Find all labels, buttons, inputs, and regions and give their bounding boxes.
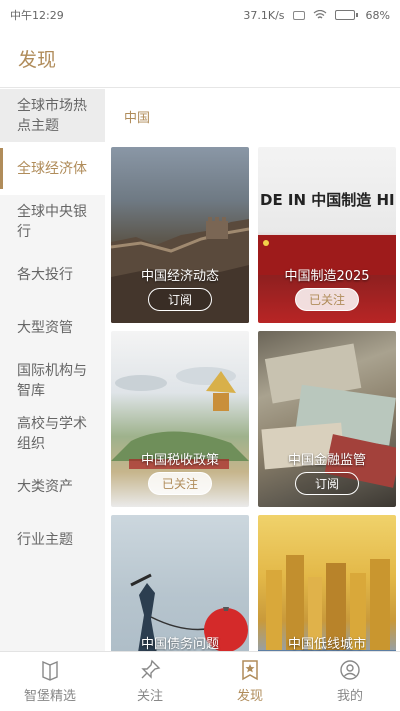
book-icon bbox=[42, 660, 58, 681]
wifi-icon bbox=[313, 10, 327, 20]
sidebar-item-investment-banks[interactable]: 各大投行 bbox=[0, 248, 105, 301]
sidebar-item-label: 全球经济体 bbox=[17, 160, 87, 177]
sidebar-item-asset-managers[interactable]: 大型资管 bbox=[0, 301, 105, 354]
topic-grid: 中国经济动态 订阅 DE IN 中国制造 HINA 2025 中国制造2025 … bbox=[111, 147, 397, 651]
nav-item-profile[interactable]: 我的 bbox=[300, 652, 400, 711]
topic-card[interactable]: 中国低线城市 bbox=[258, 515, 396, 651]
bottom-nav: 智堡精选 关注 发现 我的 bbox=[0, 651, 400, 711]
followed-button[interactable]: 已关注 bbox=[295, 288, 359, 311]
subscribe-button[interactable]: 订阅 bbox=[295, 472, 359, 495]
sim-icon bbox=[292, 10, 305, 20]
sidebar-item-central-banks[interactable]: 全球中央银行 bbox=[0, 195, 105, 248]
sidebar-item-economies[interactable]: 全球经济体 bbox=[0, 142, 105, 195]
status-icons: 37.1K/s 68% bbox=[243, 9, 390, 22]
battery-percent: 68% bbox=[365, 8, 390, 22]
sidebar-item-label: 行业主题 bbox=[17, 531, 73, 548]
card-title: 中国金融监管 bbox=[287, 453, 366, 468]
nav-item-discover[interactable]: 发现 bbox=[200, 652, 300, 711]
card-title: 中国低线城市 bbox=[287, 637, 366, 651]
subscribe-button[interactable]: 订阅 bbox=[148, 288, 212, 311]
status-time: 中午12:29 bbox=[10, 9, 64, 22]
card-title: 中国债务问题 bbox=[140, 637, 219, 651]
sidebar-item-label: 大类资产 bbox=[17, 478, 73, 495]
debt-illustration bbox=[130, 573, 248, 651]
category-sidebar[interactable]: 全球市场热点主题 全球经济体 全球中央银行 各大投行 大型资管 国际机构与智库 … bbox=[0, 89, 105, 651]
sidebar-item-market-topics[interactable]: 全球市场热点主题 bbox=[0, 89, 105, 142]
user-icon bbox=[340, 660, 360, 680]
sidebar-item-label: 大型资管 bbox=[17, 319, 73, 336]
sidebar-item-industries[interactable]: 行业主题 bbox=[0, 513, 105, 566]
nav-item-following[interactable]: 关注 bbox=[100, 652, 200, 711]
pin-icon bbox=[141, 659, 161, 679]
topic-card[interactable]: 中国税收政策 已关注 bbox=[111, 331, 249, 507]
battery-icon bbox=[334, 10, 358, 20]
nav-label: 智堡精选 bbox=[23, 689, 76, 704]
card-title: 中国经济动态 bbox=[140, 269, 219, 284]
topic-card[interactable]: DE IN 中国制造 HINA 2025 中国制造2025 已关注 bbox=[258, 147, 396, 323]
card-image bbox=[258, 515, 396, 651]
card-title: 中国税收政策 bbox=[140, 453, 219, 468]
topic-card[interactable]: 中国债务问题 bbox=[111, 515, 249, 651]
topic-card[interactable]: 中国经济动态 订阅 bbox=[111, 147, 249, 323]
section-label: 中国 bbox=[124, 111, 151, 126]
nav-label: 关注 bbox=[136, 689, 163, 704]
sidebar-item-academia[interactable]: 高校与学术组织 bbox=[0, 407, 105, 460]
sidebar-item-label: 各大投行 bbox=[17, 266, 73, 283]
sidebar-item-label: 全球市场热点主题 bbox=[17, 97, 87, 134]
city-skyline-illustration bbox=[258, 555, 396, 651]
sidebar-item-label: 高校与学术组织 bbox=[17, 415, 87, 452]
topic-card[interactable]: 中国金融监管 订阅 bbox=[258, 331, 396, 507]
header: 发现 bbox=[0, 30, 400, 88]
sidebar-item-label: 全球中央银行 bbox=[17, 203, 87, 240]
nav-label: 我的 bbox=[336, 689, 363, 704]
topic-content[interactable]: 中国 中国经济动态 订阅 DE IN 中国制造 HINA 2025 bbox=[105, 89, 400, 651]
bookmark-star-icon bbox=[242, 660, 258, 681]
card-title: 中国制造2025 bbox=[284, 269, 370, 284]
status-bar: 中午12:29 37.1K/s 68% bbox=[0, 0, 400, 30]
page-title: 发现 bbox=[18, 49, 57, 71]
sidebar-item-asset-classes[interactable]: 大类资产 bbox=[0, 460, 105, 513]
nav-item-featured[interactable]: 智堡精选 bbox=[0, 652, 100, 711]
card-image bbox=[111, 515, 249, 651]
nav-label: 发现 bbox=[236, 689, 263, 704]
network-speed: 37.1K/s bbox=[243, 8, 285, 22]
sidebar-item-think-tanks[interactable]: 国际机构与智库 bbox=[0, 354, 105, 407]
sidebar-item-label: 国际机构与智库 bbox=[17, 362, 87, 399]
followed-button[interactable]: 已关注 bbox=[148, 472, 212, 495]
